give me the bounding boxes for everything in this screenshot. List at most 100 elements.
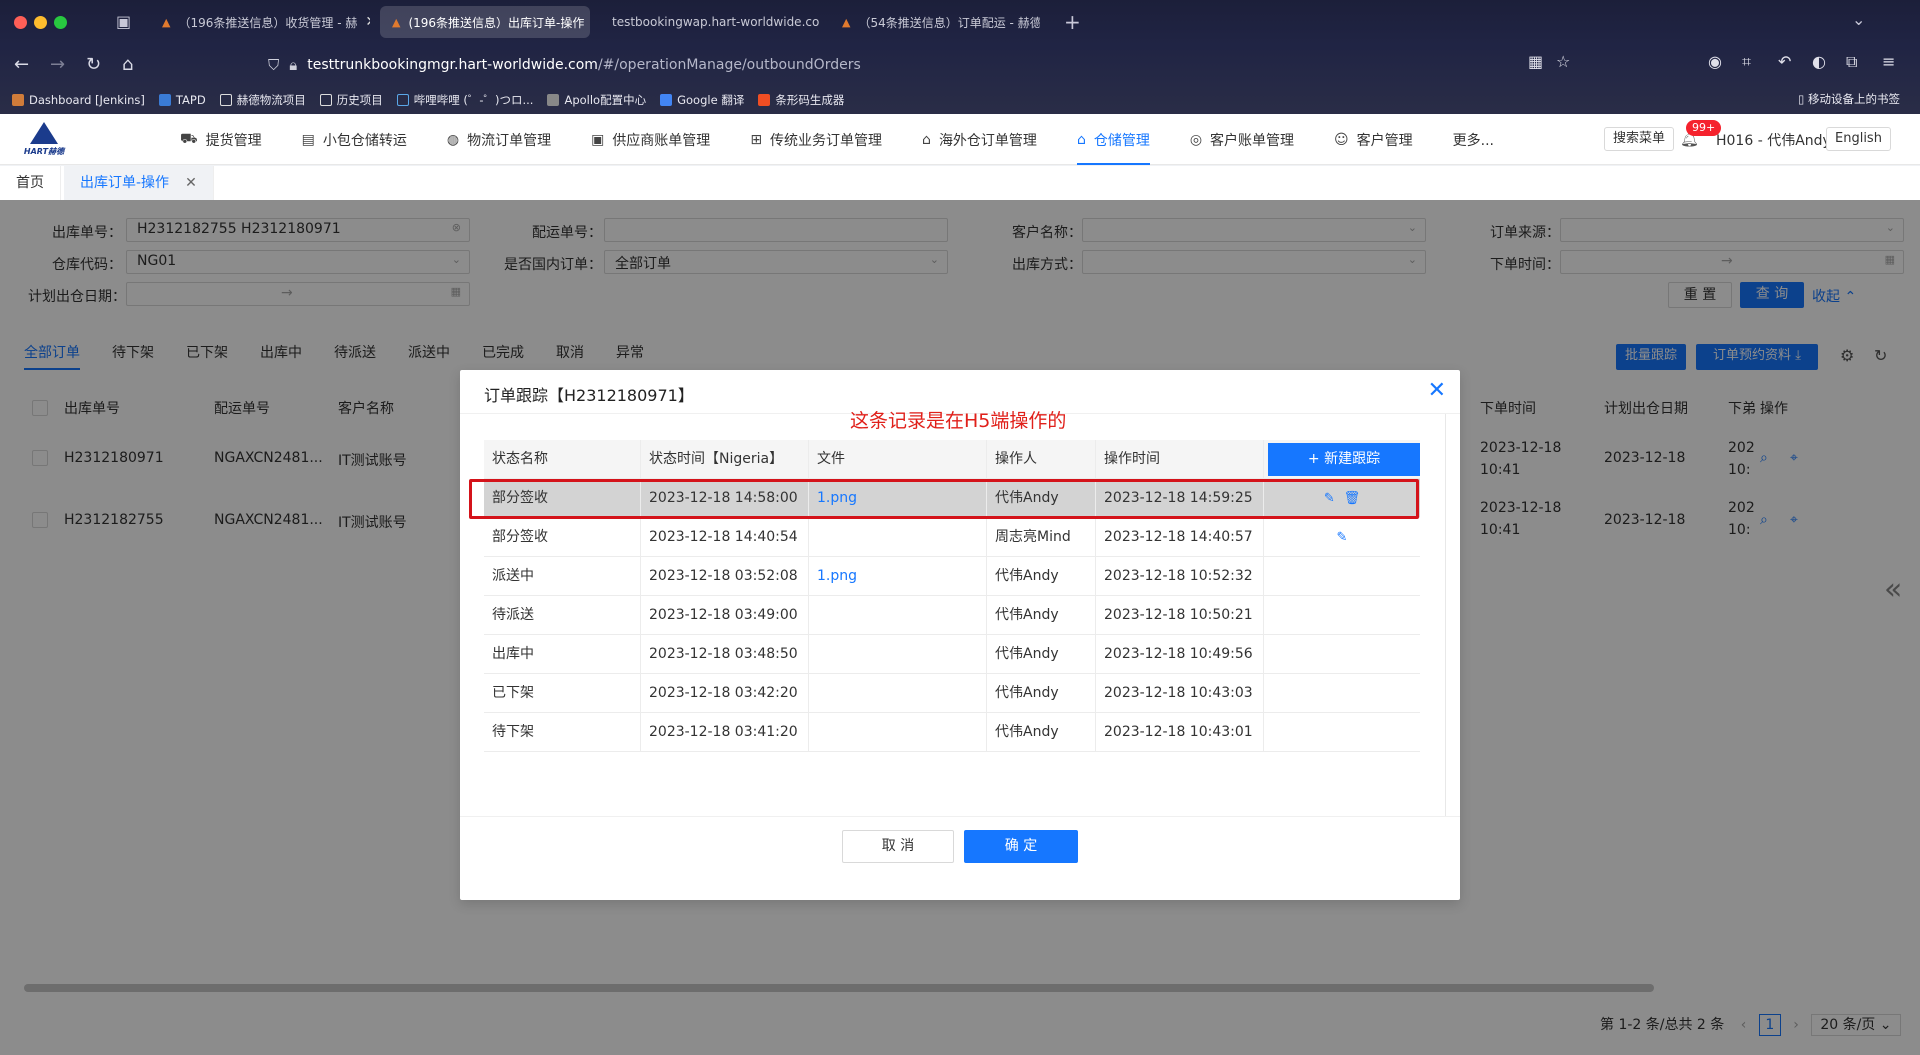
tab-overview-icon[interactable]: ▣ <box>116 12 131 31</box>
language-button[interactable]: English <box>1826 127 1891 151</box>
close-window-dot[interactable] <box>14 16 27 29</box>
close-icon[interactable]: ✕ <box>1428 378 1446 403</box>
cancel-button[interactable]: 取 消 <box>842 830 954 863</box>
tracking-cell: 2023-12-18 03:42:20 <box>641 674 809 713</box>
minimize-window-dot[interactable] <box>34 16 47 29</box>
menu-item-logistics[interactable]: ◍ 物流订单管理 <box>447 114 551 165</box>
menu-item-customer[interactable]: ☺ 客户管理 <box>1334 114 1413 165</box>
tracking-cell: 出库中 <box>484 635 641 674</box>
menu-item-customer-bill[interactable]: ◎ 客户账单管理 <box>1190 114 1294 165</box>
bookmark-item[interactable]: 赫德物流项目 <box>219 92 306 108</box>
tab-label: 首页 <box>16 175 44 191</box>
browser-tab-4[interactable]: ▲（54条推送信息）订单配运 - 赫德✕ <box>830 6 1040 38</box>
menu-item-more[interactable]: 更多... <box>1453 114 1494 165</box>
tracking-cell: 2023-12-18 10:43:03 <box>1096 674 1264 713</box>
row-actions <box>1264 596 1420 635</box>
bookmark-item[interactable]: 历史项目 <box>319 92 383 108</box>
bookmark-star-icon[interactable]: ☆ <box>1556 52 1570 71</box>
menu-item-storage[interactable]: ⌂ 仓储管理 <box>1076 114 1150 165</box>
menu-item-label: 提货管理 <box>205 132 262 149</box>
menu-item-parcel[interactable]: ▤ 小包仓储转运 <box>302 114 407 165</box>
col-header: 操作时间 <box>1096 440 1264 479</box>
menu-item-label: 供应商账单管理 <box>612 132 711 149</box>
url-path: /#/operationManage/outboundOrders <box>597 57 861 73</box>
forward-icon[interactable]: → <box>50 54 65 75</box>
user-icon: ☺ <box>1334 131 1349 148</box>
tracking-cell: 2023-12-18 10:52:32 <box>1096 557 1264 596</box>
mobile-bookmarks[interactable]: ▯ 移动设备上的书签 <box>1798 91 1900 107</box>
tracking-row: 部分签收 2023-12-18 14:40:54 周志亮Mind 2023-12… <box>484 518 1420 557</box>
browser-tab-3[interactable]: testbookingwap.hart-worldwide.com✕ <box>600 6 820 38</box>
tracking-cell: 2023-12-18 03:52:08 <box>641 557 809 596</box>
undo-icon[interactable]: ↶ <box>1778 52 1791 71</box>
reload-icon[interactable]: ↻ <box>86 54 101 75</box>
mobile-bookmarks-label: 移动设备上的书签 <box>1808 92 1900 106</box>
tab-home[interactable]: 首页 <box>0 166 61 200</box>
tracking-cell: 2023-12-18 03:49:00 <box>641 596 809 635</box>
tracking-cell: 2023-12-18 03:41:20 <box>641 713 809 752</box>
user-name[interactable]: H016 - 代伟Andy <box>1716 130 1831 150</box>
menu-item-pickup[interactable]: ⛟ 提货管理 <box>180 114 262 165</box>
menu-item-supplier-bill[interactable]: ▣ 供应商账单管理 <box>591 114 710 165</box>
zoom-window-dot[interactable] <box>54 16 67 29</box>
account-icon[interactable]: ◉ <box>1708 52 1722 71</box>
extension-icon[interactable]: ◐ <box>1812 52 1826 71</box>
home-icon[interactable]: ⌂ <box>122 54 133 75</box>
shield-icon[interactable]: ⛉ <box>268 56 279 74</box>
folder-icon <box>219 94 232 106</box>
browser-tab-1[interactable]: ▲ （196条推送信息）收货管理 - 赫✕ <box>150 6 370 38</box>
menu-item-overseas[interactable]: ⌂ 海外仓订单管理 <box>922 114 1037 165</box>
new-tracking-button[interactable]: + 新建跟踪 <box>1268 443 1420 476</box>
file-link[interactable]: 1.png <box>809 557 987 596</box>
col-header: 状态时间【Nigeria】 <box>641 440 809 479</box>
file-link[interactable] <box>809 635 987 674</box>
menu-item-traditional[interactable]: ⊞ 传统业务订单管理 <box>750 114 882 165</box>
tab-close-icon[interactable]: ✕ <box>584 14 590 30</box>
tracking-row: 待派送 2023-12-18 03:49:00 代伟Andy 2023-12-1… <box>484 596 1420 635</box>
file-link[interactable] <box>809 518 987 557</box>
close-icon[interactable]: ✕ <box>185 175 197 191</box>
lock-icon[interactable]: 🔒︎ <box>289 56 297 74</box>
tab-list-chevron-icon[interactable]: ⌄ <box>1852 10 1865 29</box>
bookmark-item[interactable]: Dashboard [Jenkins] <box>12 93 145 107</box>
back-icon[interactable]: ← <box>14 54 29 75</box>
tab-close-icon[interactable]: ✕ <box>357 14 370 30</box>
file-link[interactable] <box>809 596 987 635</box>
crop-icon[interactable]: ⌗ <box>1742 52 1751 72</box>
new-tab-icon[interactable]: + <box>1064 10 1081 34</box>
bookmark-item[interactable]: 哔哩哔哩 (゜-゜)つロ... <box>396 92 534 108</box>
address-bar[interactable]: ⛉ 🔒︎ testtrunkbookingmgr.hart-worldwide.… <box>268 50 1588 80</box>
file-link[interactable] <box>809 713 987 752</box>
app-header: HART赫德 ⛟ 提货管理 ▤ 小包仓储转运 ◍ 物流订单管理 ▣ 供应商账单管理 ⊞ 传… <box>0 114 1920 165</box>
menu-icon[interactable]: ≡ <box>1882 52 1895 71</box>
tracking-cell: 代伟Andy <box>987 596 1096 635</box>
logo-text: HART赫德 <box>23 147 65 156</box>
bookmark-label: Google 翻译 <box>677 93 745 107</box>
col-header: 状态名称 <box>484 440 641 479</box>
file-link[interactable] <box>809 674 987 713</box>
order-tracking-modal: 订单跟踪【H2312180971】 ✕ 这条记录是在H5端操作的 状态名称 状态… <box>460 370 1460 900</box>
browser-tab-2[interactable]: ▲ (196条推送信息）出库订单-操作✕ <box>380 6 590 38</box>
bookmark-item[interactable]: Apollo配置中心 <box>547 92 646 108</box>
bookmark-item[interactable]: TAPD <box>158 93 206 107</box>
bilibili-icon <box>396 94 409 106</box>
bookmark-item[interactable]: Google 翻译 <box>660 92 744 108</box>
menu-item-label: 传统业务订单管理 <box>770 132 883 149</box>
bookmark-label: TAPD <box>175 93 206 107</box>
menu-item-label: 更多... <box>1452 132 1495 149</box>
bookmark-label: 哔哩哔哩 (゜-゜)つロ... <box>413 93 534 107</box>
qr-code-icon[interactable]: ▦ <box>1528 52 1543 71</box>
bookmark-item[interactable]: 条形码生成器 <box>758 92 844 108</box>
org-icon: ⊞ <box>750 131 763 148</box>
edit-icon[interactable]: ✎ <box>1337 530 1348 545</box>
tracking-cell: 2023-12-18 14:40:57 <box>1096 518 1264 557</box>
url-host: testtrunkbookingmgr.hart-worldwide.com <box>307 57 598 73</box>
ok-button[interactable]: 确 定 <box>964 830 1078 863</box>
search-menu-button[interactable]: 搜索菜单 <box>1604 127 1675 151</box>
globe-icon: ◍ <box>446 131 460 148</box>
hart-logo[interactable]: HART赫德 <box>20 122 68 158</box>
col-header: 文件 <box>809 440 987 479</box>
puzzle-icon[interactable]: ⧉ <box>1846 52 1857 72</box>
logo-triangle-icon <box>30 122 58 144</box>
tab-outbound-orders[interactable]: 出库订单-操作 ✕ <box>64 166 214 200</box>
